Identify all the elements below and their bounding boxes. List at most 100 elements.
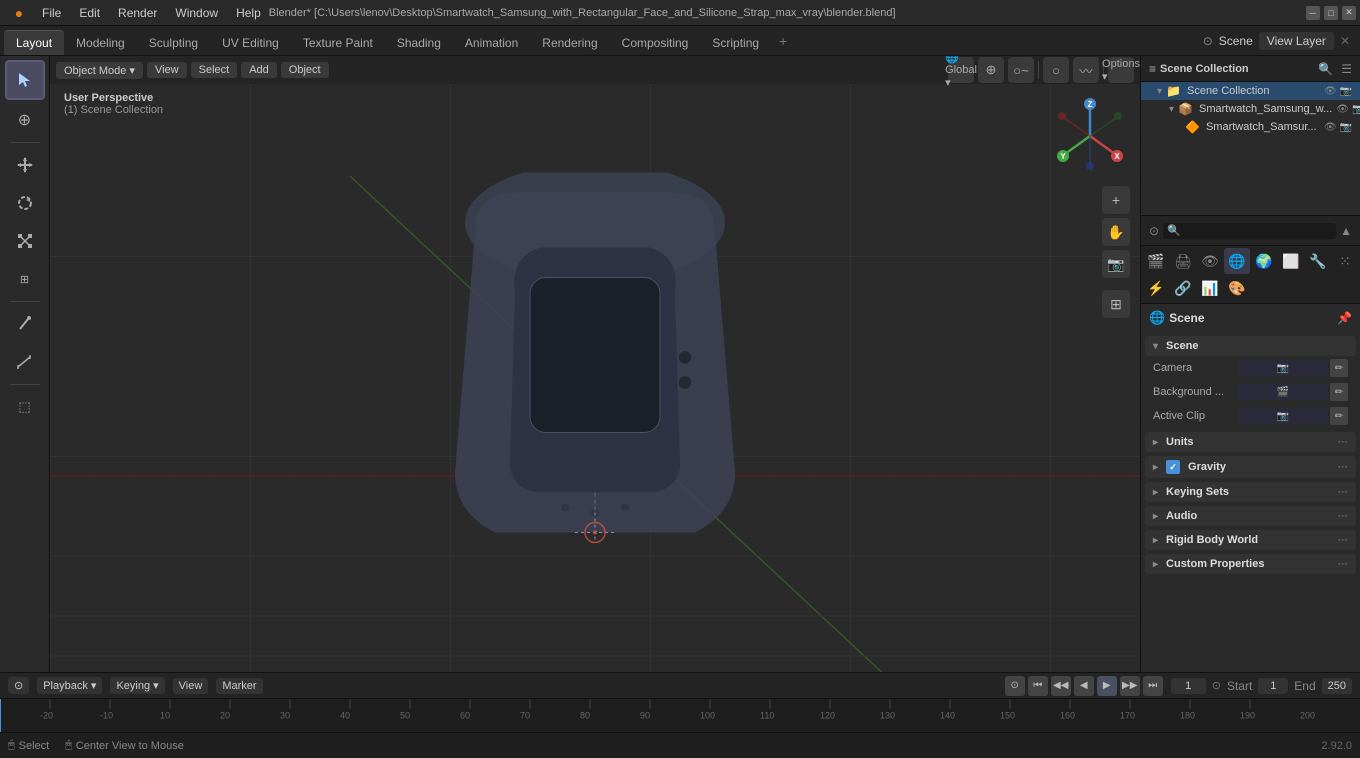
- prop-tab-material[interactable]: 🎨: [1224, 275, 1250, 301]
- camera-field[interactable]: 📷: [1238, 360, 1328, 376]
- add-cube-tool[interactable]: ⬚: [7, 389, 43, 425]
- timeline-view-menu[interactable]: View: [173, 678, 209, 694]
- units-options[interactable]: ···: [1338, 437, 1348, 448]
- prop-tab-render[interactable]: 🎬: [1143, 248, 1169, 274]
- tab-shading[interactable]: Shading: [385, 30, 453, 55]
- view-layer-label[interactable]: View Layer: [1259, 32, 1334, 50]
- maximize-button[interactable]: □: [1324, 6, 1338, 20]
- custom-properties-header[interactable]: ▸ Custom Properties ···: [1145, 554, 1356, 574]
- pin-icon-button[interactable]: 📌: [1337, 311, 1352, 325]
- gravity-checkbox[interactable]: ✓: [1166, 460, 1180, 474]
- tab-sculpting[interactable]: Sculpting: [137, 30, 210, 55]
- units-section-header[interactable]: ▸ Units ···: [1145, 432, 1356, 452]
- step-back-button[interactable]: ◀◀: [1051, 676, 1071, 696]
- measure-tool[interactable]: [7, 344, 43, 380]
- play-back-button[interactable]: ◀: [1074, 676, 1094, 696]
- prop-tab-modifier[interactable]: 🔧: [1305, 248, 1331, 274]
- menu-window[interactable]: Window: [167, 4, 226, 22]
- mesh-render-icon[interactable]: 📷: [1340, 122, 1352, 133]
- camera-edit-btn[interactable]: ✏: [1330, 359, 1348, 377]
- prop-tab-object[interactable]: ⬜: [1278, 248, 1304, 274]
- menu-help[interactable]: Help: [228, 4, 269, 22]
- prop-tab-view[interactable]: 👁: [1197, 248, 1223, 274]
- viewport-add-menu[interactable]: Add: [241, 62, 277, 78]
- current-frame-input[interactable]: 1: [1171, 678, 1206, 694]
- viewport-view-menu[interactable]: View: [147, 62, 187, 78]
- viewport-select-menu[interactable]: Select: [191, 62, 238, 78]
- gravity-options[interactable]: ···: [1338, 462, 1348, 473]
- tab-texture-paint[interactable]: Texture Paint: [291, 30, 385, 55]
- scene-section-header[interactable]: ▾ Scene: [1145, 336, 1356, 356]
- add-workspace-button[interactable]: +: [771, 26, 795, 55]
- audio-section-header[interactable]: ▸ Audio ···: [1145, 506, 1356, 526]
- minimize-button[interactable]: ─: [1306, 6, 1320, 20]
- object-mode-selector[interactable]: Object Mode ▾: [56, 62, 143, 79]
- prop-tab-particles[interactable]: ⁙: [1332, 248, 1358, 274]
- play-forward-button[interactable]: ▶: [1097, 676, 1117, 696]
- prop-tab-output[interactable]: 🖨: [1170, 248, 1196, 274]
- playback-menu[interactable]: Playback ▾: [37, 677, 102, 694]
- step-forward-button[interactable]: ▶▶: [1120, 676, 1140, 696]
- active-clip-field[interactable]: 📷: [1238, 408, 1328, 424]
- transform-tool[interactable]: ⊞: [7, 261, 43, 297]
- tab-compositing[interactable]: Compositing: [610, 30, 701, 55]
- end-frame-input[interactable]: 250: [1322, 678, 1352, 694]
- clip-edit-btn[interactable]: ✏: [1330, 407, 1348, 425]
- viewport-shading-global[interactable]: 🌐 Global ▾: [948, 57, 974, 83]
- prev-keyframe-button[interactable]: ⏮: [1028, 676, 1048, 696]
- prop-tab-constraints[interactable]: 🔗: [1170, 275, 1196, 301]
- prop-tab-data[interactable]: 📊: [1197, 275, 1223, 301]
- scale-tool[interactable]: [7, 223, 43, 259]
- tab-layout[interactable]: Layout: [4, 30, 64, 55]
- outliner-item-smartwatch[interactable]: ▾ 📦 Smartwatch_Samsung_w... 👁 📷: [1141, 100, 1360, 118]
- visibility-icon[interactable]: 👁: [1324, 86, 1337, 97]
- tab-rendering[interactable]: Rendering: [530, 30, 609, 55]
- tab-modeling[interactable]: Modeling: [64, 30, 137, 55]
- mesh-visibility-icon[interactable]: 👁: [1324, 122, 1337, 133]
- keying-sets-header[interactable]: ▸ Keying Sets ···: [1145, 482, 1356, 502]
- zoom-in-button[interactable]: +: [1102, 186, 1130, 214]
- annotate-tool[interactable]: [7, 306, 43, 342]
- viewport-gizmo[interactable]: Z X Y: [1050, 96, 1130, 176]
- viewport-object-menu[interactable]: Object: [281, 62, 329, 78]
- timeline-type-selector[interactable]: ⊙: [8, 677, 29, 694]
- outliner-filter-icon[interactable]: ☰: [1341, 62, 1352, 76]
- menu-file[interactable]: File: [34, 4, 69, 22]
- tab-uv-editing[interactable]: UV Editing: [210, 30, 291, 55]
- next-keyframe-button[interactable]: ⏭: [1143, 676, 1163, 696]
- item-visibility-icon[interactable]: 👁: [1336, 104, 1349, 115]
- outliner-item-smartwatch-mesh[interactable]: 🔶 Smartwatch_Samsur... 👁 📷: [1141, 118, 1360, 136]
- jump-start-button[interactable]: ⊙: [1005, 676, 1025, 696]
- keying-menu[interactable]: Keying ▾: [110, 677, 164, 694]
- properties-search-input[interactable]: [1163, 223, 1336, 239]
- keying-sets-options[interactable]: ···: [1338, 487, 1348, 498]
- viewport-overlay[interactable]: 〰: [1073, 57, 1099, 83]
- start-frame-input[interactable]: 1: [1258, 678, 1288, 694]
- item-render-icon[interactable]: 📷: [1352, 104, 1360, 115]
- prop-tab-scene[interactable]: 🌐: [1224, 248, 1250, 274]
- tab-animation[interactable]: Animation: [453, 30, 530, 55]
- cursor-tool[interactable]: ⊕: [7, 102, 43, 138]
- render-icon[interactable]: 📷: [1340, 86, 1352, 97]
- background-field[interactable]: 🎬: [1238, 384, 1328, 400]
- marker-menu[interactable]: Marker: [216, 678, 262, 694]
- outliner-search-icon[interactable]: 🔍: [1318, 62, 1333, 76]
- scene-name-label[interactable]: Scene: [1219, 34, 1253, 48]
- menu-edit[interactable]: Edit: [71, 4, 108, 22]
- prop-tab-physics[interactable]: ⚡: [1143, 275, 1169, 301]
- rigid-body-options[interactable]: ···: [1338, 535, 1348, 546]
- menu-render[interactable]: Render: [110, 4, 165, 22]
- custom-prop-options[interactable]: ···: [1338, 559, 1348, 570]
- snap-button[interactable]: ⊕: [978, 57, 1004, 83]
- rotate-tool[interactable]: [7, 185, 43, 221]
- options-button[interactable]: Options ▾: [1108, 57, 1134, 83]
- outliner-collection-root[interactable]: ▾ 📁 Scene Collection 👁 📷: [1141, 82, 1360, 100]
- background-edit-btn[interactable]: ✏: [1330, 383, 1348, 401]
- render-region-button[interactable]: ⊞: [1102, 290, 1130, 318]
- move-tool[interactable]: [7, 147, 43, 183]
- select-tool[interactable]: [5, 60, 45, 100]
- camera-view-button[interactable]: 📷: [1102, 250, 1130, 278]
- prop-tab-world[interactable]: 🌍: [1251, 248, 1277, 274]
- tab-scripting[interactable]: Scripting: [700, 30, 771, 55]
- viewport-3d[interactable]: Object Mode ▾ View Select Add Object 🌐 G…: [50, 56, 1140, 672]
